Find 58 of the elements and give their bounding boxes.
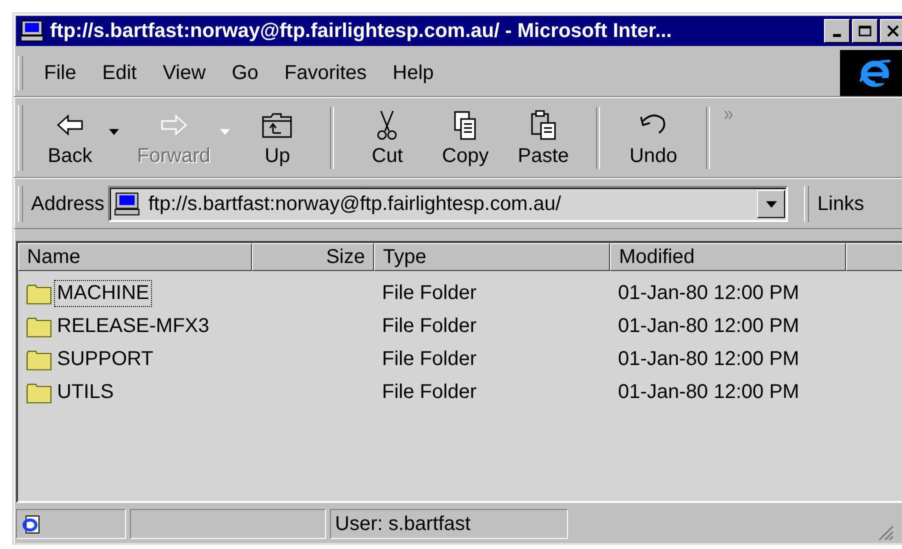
minimize-button[interactable] [824,19,850,43]
status-text: User: s.bartfast [330,509,568,539]
button-label: Up [264,144,290,168]
toolbar-button[interactable]: Paste [504,104,582,172]
table-cell-text: 01-Jan-80 12:00 PM [617,348,800,371]
maximize-icon [858,25,872,37]
folder-icon [26,382,52,404]
menu-item[interactable]: Go [218,62,272,84]
menu-item[interactable]: Edit [89,62,150,84]
file-name[interactable]: UTILS [54,379,117,406]
page-icon [21,514,41,534]
caret-icon [766,200,777,208]
folder-icon [26,348,52,370]
button-label: Forward [137,144,210,168]
computer-icon [114,191,140,217]
button-label: Cut [372,144,403,168]
table-cell-text: 01-Jan-80 12:00 PM [617,282,800,305]
window-title: ftp://s.bartfast:norway@ftp.fairlightesp.com.au/ - Microsoft Inter... [50,20,673,42]
button-label: Copy [442,144,489,168]
toolbar-button[interactable]: Back [31,104,109,172]
column-header[interactable]: Size [252,243,374,271]
file-name[interactable]: MACHINE [54,280,152,307]
close-button[interactable] [880,19,902,43]
menu-item[interactable]: Help [380,62,447,84]
menu-item[interactable]: Favorites [271,62,380,84]
toolbar-button[interactable]: Up [238,104,316,172]
file-name[interactable]: RELEASE-MFX3 [54,313,212,340]
folder-icon [26,316,52,338]
column-header[interactable]: Modified [610,243,846,271]
address-field[interactable]: ftp://s.bartfast:norway@ftp.fairlightesp.com.au/ [108,186,788,222]
dropdown-button[interactable] [757,190,786,218]
caret-icon[interactable] [109,129,119,135]
menu-item[interactable]: File [31,62,90,84]
minimize-icon [833,34,841,36]
table-cell-text: File Folder [381,315,478,338]
file-name[interactable]: SUPPORT [54,346,156,373]
column-header[interactable]: Type [374,243,610,271]
column-header[interactable]: Name [18,243,252,271]
resize-grip-icon[interactable] [876,523,894,541]
table-cell-text: File Folder [381,348,478,371]
table-cell-text: 01-Jan-80 12:00 PM [617,381,800,404]
button-label: Back [48,144,92,168]
toolbar-button[interactable]: Cut [348,104,426,172]
button-label: Undo [629,144,678,168]
table-cell-text: File Folder [381,282,478,305]
computer-icon [20,19,44,43]
folder-icon [26,282,52,304]
table-cell-text: 01-Jan-80 12:00 PM [617,315,800,338]
maximize-button[interactable] [852,19,878,43]
button-label: Paste [518,144,569,168]
toolbar-button[interactable]: Copy [426,104,504,172]
toolbar-button[interactable]: Undo [614,104,692,172]
menu-item[interactable]: View [150,62,219,84]
table-cell-text: File Folder [381,381,478,404]
close-icon [886,25,900,37]
column-header [846,243,902,271]
address-label: Address [31,192,104,216]
links-button[interactable]: Links [817,192,864,216]
